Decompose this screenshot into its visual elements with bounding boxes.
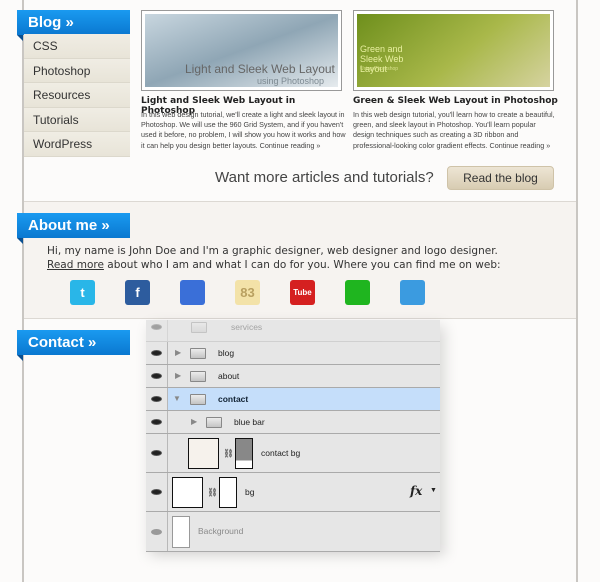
technorati-icon[interactable] (345, 280, 370, 305)
twitter-icon[interactable]: t (70, 280, 95, 305)
article-title[interactable]: Green & Sleek Web Layout in Photoshop (353, 96, 563, 106)
category-wordpress[interactable]: WordPress (24, 132, 130, 157)
folder-icon (206, 417, 222, 428)
eye-icon[interactable] (146, 411, 168, 433)
eye-icon[interactable] (146, 512, 168, 551)
thumb-subcaption: using Photoshop (257, 76, 325, 86)
layer-contact-bg[interactable]: ⛓ contact bg (146, 434, 440, 473)
expand-arrow-icon: ▶ (175, 348, 182, 357)
expand-arrow-icon: ▶ (175, 371, 182, 380)
contact-tab[interactable]: Contact » (17, 330, 130, 361)
category-css[interactable]: CSS (24, 34, 130, 59)
blog-tab[interactable]: Blog » (17, 10, 130, 41)
about-text: Hi, my name is John Doe and I'm a graphi… (47, 245, 501, 271)
panel-fade (140, 552, 460, 582)
article-thumbnail[interactable]: Green and Sleek Web Layout Using Photosh… (353, 10, 554, 91)
thumb-caption: Light and Sleek Web Layout (185, 62, 335, 76)
layer-blog[interactable]: ▶ blog (146, 342, 440, 365)
eye-icon[interactable] (146, 342, 168, 364)
article-thumbnail[interactable]: Light and Sleek Web Layout using Photosh… (141, 10, 342, 91)
youtube-icon[interactable]: Tube (290, 280, 315, 305)
eye-icon[interactable] (146, 388, 168, 410)
delicious-icon[interactable] (180, 280, 205, 305)
blogger-icon[interactable]: 83 (235, 280, 260, 305)
link-icon: ⛓ (223, 448, 234, 458)
layer-blue-bar[interactable]: ▶ blue bar (146, 411, 440, 434)
read-more-link[interactable]: Read more (47, 259, 104, 271)
eye-icon[interactable] (146, 434, 168, 472)
eye-icon[interactable] (146, 365, 168, 387)
facebook-icon[interactable]: f (125, 280, 150, 305)
expand-arrow-icon: ▶ (191, 417, 198, 426)
continue-reading-link[interactable]: Continue reading » (490, 141, 551, 150)
layer-contact[interactable]: ▼ contact (146, 388, 440, 411)
thumb-subcaption: Using Photoshop (360, 66, 399, 72)
layers-panel: services ▶ blog ▶ about ▼ contact ▶ blue bar… (146, 320, 440, 552)
category-tutorials[interactable]: Tutorials (24, 107, 130, 133)
read-the-blog-button[interactable]: Read the blog (447, 166, 554, 190)
article-description: In this web design tutorial, we'll creat… (141, 110, 346, 150)
blog-categories: CSS Photoshop Resources Tutorials WordPr… (24, 34, 130, 157)
category-photoshop[interactable]: Photoshop (24, 58, 130, 84)
folder-icon (190, 371, 206, 382)
about-tab[interactable]: About me » (17, 213, 130, 244)
folder-icon (190, 348, 206, 359)
more-articles-text: Want more articles and tutorials? (215, 169, 434, 186)
flickr-icon[interactable] (400, 280, 425, 305)
layer-background[interactable]: Background (146, 512, 440, 552)
folder-icon (190, 394, 206, 405)
dropdown-arrow-icon[interactable]: ▼ (430, 487, 437, 494)
layer-about[interactable]: ▶ about (146, 365, 440, 388)
collapse-arrow-icon: ▼ (173, 394, 181, 403)
category-resources[interactable]: Resources (24, 83, 130, 108)
article-description: In this web design tutorial, you'll lear… (353, 110, 555, 150)
layer-services[interactable]: services (146, 320, 440, 342)
link-icon: ⛓ (207, 487, 218, 497)
layer-bg[interactable]: ⛓ bg fx ▼ (146, 473, 440, 512)
continue-reading-link[interactable]: Continue reading » (260, 141, 321, 150)
eye-icon[interactable] (146, 473, 168, 511)
fx-icon[interactable]: fx (410, 484, 422, 498)
